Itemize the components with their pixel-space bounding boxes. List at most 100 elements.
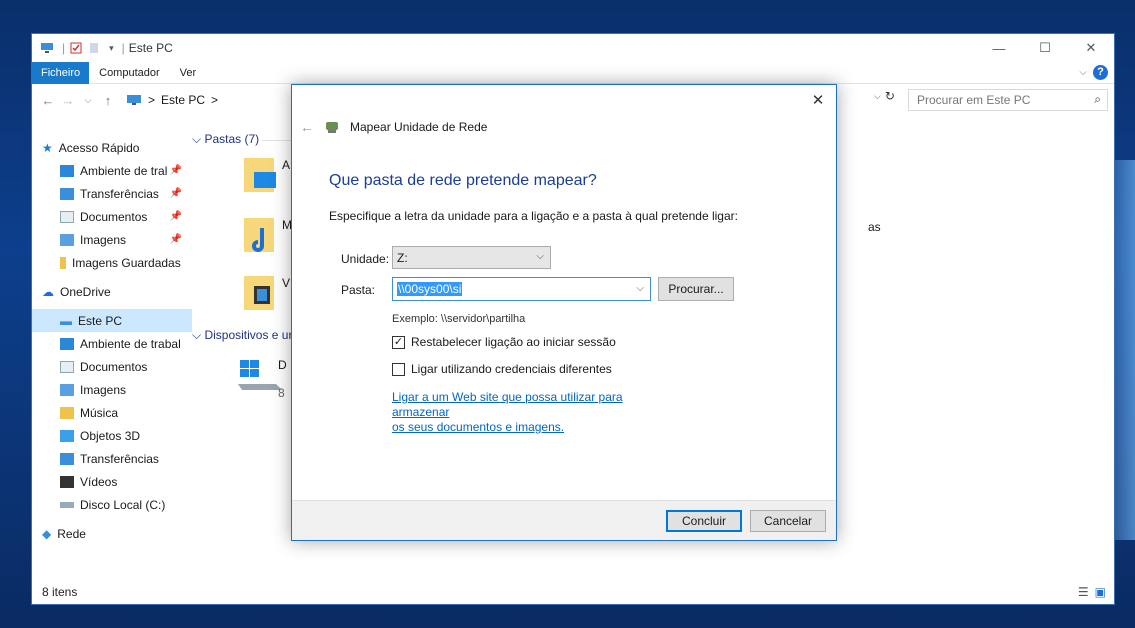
title-bar: | ▾ | Este PC — ☐ ✕ xyxy=(32,34,1114,62)
nav-pc-music[interactable]: Música xyxy=(32,401,192,424)
dialog-heading: Que pasta de rede pretende mapear? xyxy=(329,172,597,189)
search-input[interactable]: Procurar em Este PC ⌕ xyxy=(908,89,1108,111)
cloud-icon: ☁ xyxy=(42,284,54,299)
reconnect-label: Restabelecer ligação ao iniciar sessão xyxy=(411,335,616,349)
cancel-button[interactable]: Cancelar xyxy=(750,510,826,532)
forward-arrow-icon[interactable]: → xyxy=(58,93,78,108)
3d-objects-folder-icon xyxy=(60,429,74,442)
folder-icon xyxy=(60,256,66,269)
folder-tile-desktop[interactable]: A xyxy=(242,154,290,197)
tiles-view-icon[interactable]: ▣ xyxy=(1095,585,1106,599)
breadcrumb-trail[interactable]: > xyxy=(211,93,218,107)
nav-pc-3d-objects[interactable]: Objetos 3D xyxy=(32,424,192,447)
reconnect-checkbox[interactable]: ✓ xyxy=(392,335,405,349)
close-window-button[interactable]: ✕ xyxy=(1068,34,1114,62)
tile-label: 8 xyxy=(278,386,285,400)
drive-tile-local-disk[interactable]: D 8 xyxy=(236,354,287,400)
back-arrow-icon[interactable]: ← xyxy=(38,93,58,108)
nav-onedrive[interactable]: ☁ OneDrive xyxy=(32,280,192,303)
help-button[interactable]: ? xyxy=(1093,65,1108,80)
credentials-checkbox[interactable] xyxy=(392,362,405,376)
nav-pc-desktop[interactable]: Ambiente de trabal xyxy=(32,332,192,355)
recent-dropdown-icon[interactable]: ⌵ xyxy=(78,95,98,106)
folder-input[interactable]: \\00sys00\si ⌵ xyxy=(392,277,651,301)
nav-item-desktop[interactable]: Ambiente de tral 📌 xyxy=(32,159,192,182)
nav-item-documents[interactable]: Documentos 📌 xyxy=(32,205,192,228)
credentials-checkbox-row[interactable]: Ligar utilizando credenciais diferentes xyxy=(392,362,612,376)
new-folder-icon[interactable] xyxy=(87,42,101,54)
ribbon-tabs: Ficheiro Computador Ver ⌵ ? xyxy=(32,61,1114,84)
drive-select[interactable]: Z: ⌵ xyxy=(392,246,551,269)
nav-item-downloads[interactable]: Transferências 📌 xyxy=(32,182,192,205)
tab-file[interactable]: Ficheiro xyxy=(32,61,90,84)
downloads-folder-icon xyxy=(60,452,74,465)
pc-small-icon xyxy=(127,95,141,105)
chevron-down-icon[interactable]: ⌵ xyxy=(636,283,644,294)
folder-label: Pasta: xyxy=(341,283,376,297)
pc-icon[interactable] xyxy=(40,42,54,54)
properties-icon[interactable] xyxy=(69,42,83,54)
dialog-footer: Concluir Cancelar xyxy=(292,500,836,540)
back-arrow-icon[interactable]: ← xyxy=(300,119,314,135)
tile-label: D xyxy=(278,358,287,372)
tile-label: A xyxy=(282,158,291,172)
group-header-devices[interactable]: ⌵ Dispositivos e un xyxy=(192,328,295,343)
videos-folder-icon xyxy=(60,475,74,488)
windows-drive-icon xyxy=(238,360,282,390)
nav-this-pc[interactable]: ▬ Este PC xyxy=(32,309,192,332)
chevron-down-icon: ⌵ xyxy=(536,251,544,262)
reconnect-checkbox-row[interactable]: ✓ Restabelecer ligação ao iniciar sessão xyxy=(392,335,616,349)
nav-pc-local-disk[interactable]: Disco Local (C:) xyxy=(32,493,192,516)
pin-icon: 📌 xyxy=(169,165,182,176)
tab-computer[interactable]: Computador xyxy=(89,62,170,84)
web-site-link[interactable]: Ligar a um Web site que possa utilizar p… xyxy=(392,390,682,435)
documents-folder-icon xyxy=(60,210,74,223)
map-network-drive-dialog: ✕ ← Mapear Unidade de Rede Que pasta de … xyxy=(291,84,837,541)
downloads-folder-icon xyxy=(60,187,74,200)
pin-icon: 📌 xyxy=(169,211,182,222)
breadcrumb-este-pc[interactable]: Este PC xyxy=(161,93,205,107)
quick-access-dropdown-icon[interactable]: ▾ xyxy=(109,43,114,54)
browse-button[interactable]: Procurar... xyxy=(658,277,734,301)
tile-label: V xyxy=(282,276,291,290)
credentials-label: Ligar utilizando credenciais diferentes xyxy=(411,362,612,376)
nav-pc-documents[interactable]: Documentos xyxy=(32,355,192,378)
nav-item-saved-pictures[interactable]: Imagens Guardadas xyxy=(32,251,192,274)
nav-network[interactable]: ◆ Rede xyxy=(32,522,192,545)
refresh-icon[interactable]: ↻ xyxy=(885,89,895,103)
item-count: 8 itens xyxy=(42,585,78,599)
music-folder-icon xyxy=(60,406,74,419)
group-header-folders[interactable]: ⌵ Pastas (7) xyxy=(192,132,259,147)
up-arrow-icon[interactable]: ↑ xyxy=(98,93,118,108)
close-icon[interactable]: ✕ xyxy=(800,85,836,115)
nav-pc-videos[interactable]: Vídeos xyxy=(32,470,192,493)
nav-pc-pictures[interactable]: Imagens xyxy=(32,378,192,401)
address-dropdown-icon[interactable]: ⌵ xyxy=(874,91,881,102)
expand-ribbon-icon[interactable]: ⌵ xyxy=(1079,67,1087,78)
minimize-button[interactable]: — xyxy=(976,34,1022,62)
tab-view[interactable]: Ver xyxy=(170,62,207,84)
breadcrumb-separator: > xyxy=(148,93,156,107)
maximize-button[interactable]: ☐ xyxy=(1022,34,1068,62)
network-icon: ◆ xyxy=(42,526,52,541)
nav-pc-downloads[interactable]: Transferências xyxy=(32,447,192,470)
music-folder-icon xyxy=(244,218,274,252)
dialog-title: Mapear Unidade de Rede xyxy=(350,120,488,134)
nav-quick-access[interactable]: ★ Acesso Rápido xyxy=(32,136,192,159)
pin-icon: 📌 xyxy=(169,188,182,199)
folder-tile-music[interactable]: M xyxy=(242,214,292,257)
pin-icon: 📌 xyxy=(169,234,182,245)
pictures-folder-icon xyxy=(60,233,74,246)
documents-folder-icon xyxy=(60,360,74,373)
dialog-instruction: Especifique a letra da unidade para a li… xyxy=(329,209,738,223)
search-placeholder: Procurar em Este PC xyxy=(917,93,1031,107)
folder-tile-videos[interactable]: V xyxy=(242,272,290,315)
nav-item-pictures[interactable]: Imagens 📌 xyxy=(32,228,192,251)
finish-button[interactable]: Concluir xyxy=(666,510,742,532)
desktop-folder-icon xyxy=(60,164,74,177)
desktop-folder-icon xyxy=(244,158,276,192)
search-icon: ⌕ xyxy=(1094,92,1101,106)
pictures-folder-icon xyxy=(60,383,74,396)
navigation-pane: ★ Acesso Rápido Ambiente de tral 📌 Trans… xyxy=(32,132,192,572)
details-view-icon[interactable]: ☰ xyxy=(1078,585,1089,599)
